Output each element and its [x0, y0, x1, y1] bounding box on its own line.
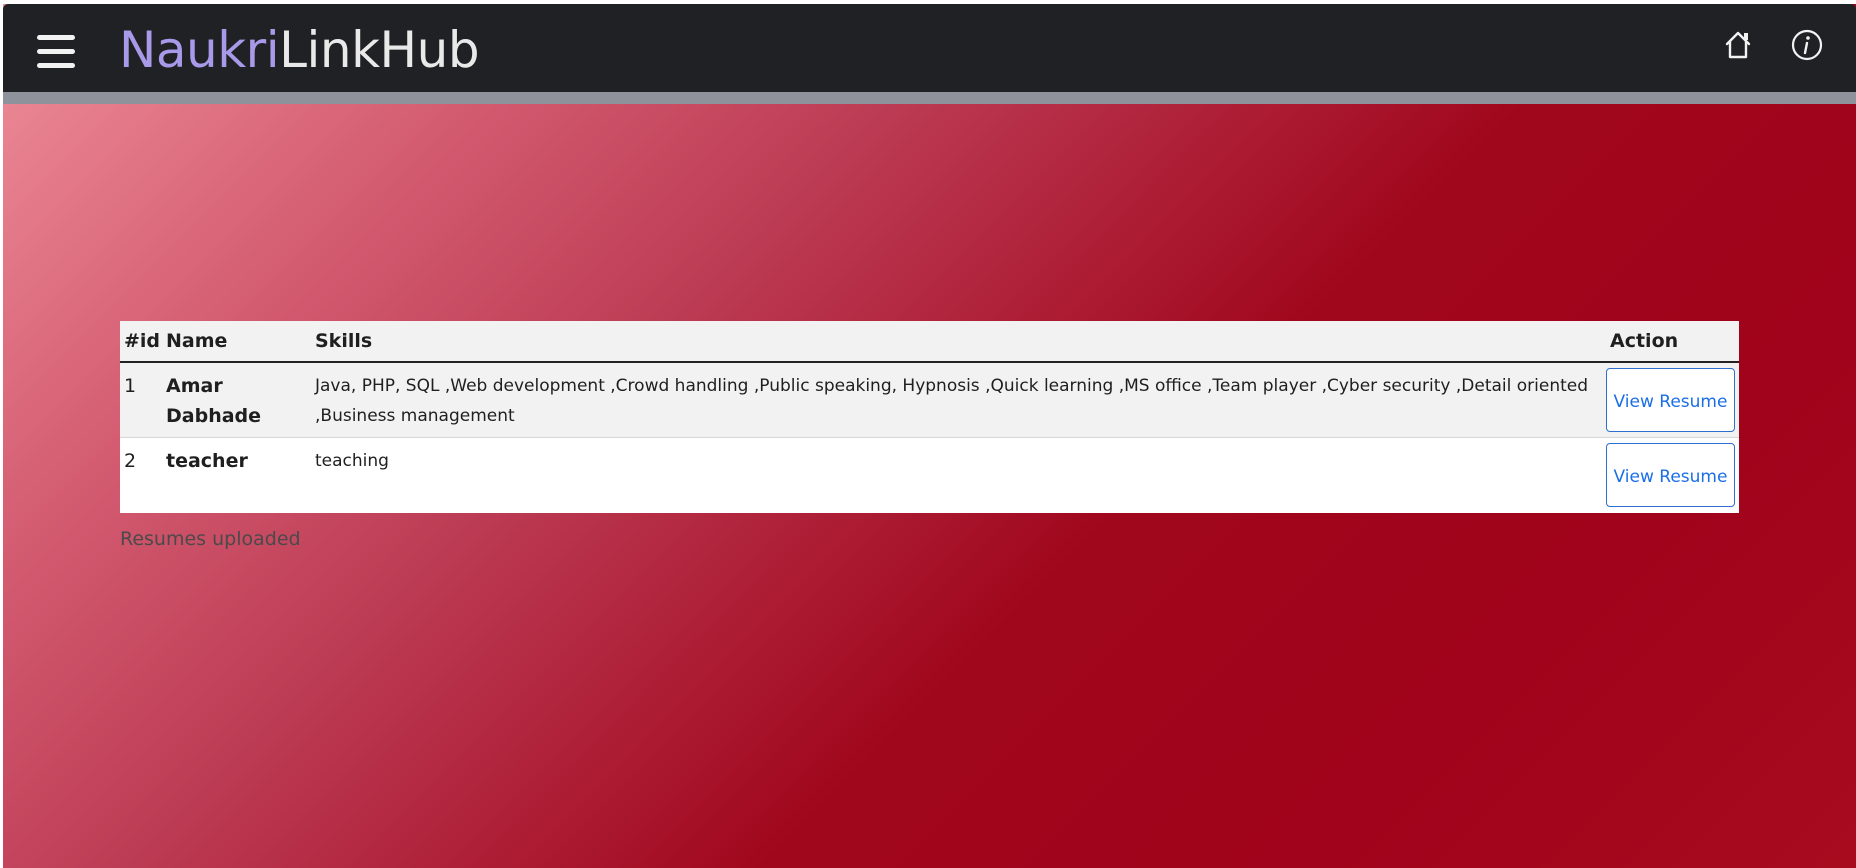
resume-table: #id Name Skills Action 1 Amar Dabhade Ja…	[120, 321, 1739, 513]
cell-action: View Resume	[1606, 438, 1739, 513]
info-icon[interactable]	[1790, 28, 1824, 62]
cell-action: View Resume	[1606, 362, 1739, 438]
view-resume-button[interactable]: View Resume	[1606, 443, 1735, 507]
brand-part1: Naukri	[119, 21, 280, 79]
cell-name: teacher	[166, 450, 248, 472]
menu-icon[interactable]	[37, 35, 75, 69]
top-navbar: NaukriLinkHub	[3, 4, 1856, 92]
resume-table-container: #id Name Skills Action 1 Amar Dabhade Ja…	[120, 321, 1739, 513]
brand-part2: LinkHub	[279, 21, 480, 79]
cell-name: Amar Dabhade	[166, 375, 262, 427]
cell-id: 1	[124, 375, 137, 397]
home-icon[interactable]	[1721, 28, 1755, 62]
header-skills: Skills	[311, 321, 1606, 363]
table-header-row: #id Name Skills Action	[120, 321, 1739, 363]
cell-id: 2	[124, 450, 137, 472]
header-action: Action	[1606, 321, 1739, 363]
table-row: 1 Amar Dabhade Java, PHP, SQL ,Web devel…	[120, 362, 1739, 438]
navbar-bottom-stripe	[3, 92, 1856, 104]
view-resume-button[interactable]: View Resume	[1606, 368, 1735, 432]
brand-logo[interactable]: NaukriLinkHub	[119, 20, 480, 80]
cell-skills: Java, PHP, SQL ,Web development ,Crowd h…	[315, 376, 1589, 426]
cell-skills: teaching	[315, 451, 389, 471]
header-name: Name	[162, 321, 311, 363]
table-caption: Resumes uploaded	[120, 528, 301, 550]
table-row: 2 teacher teaching View Resume	[120, 437, 1739, 513]
header-id: #id	[120, 321, 162, 363]
app-frame: NaukriLinkHub #id Name Skills Action 1 A…	[3, 4, 1856, 868]
